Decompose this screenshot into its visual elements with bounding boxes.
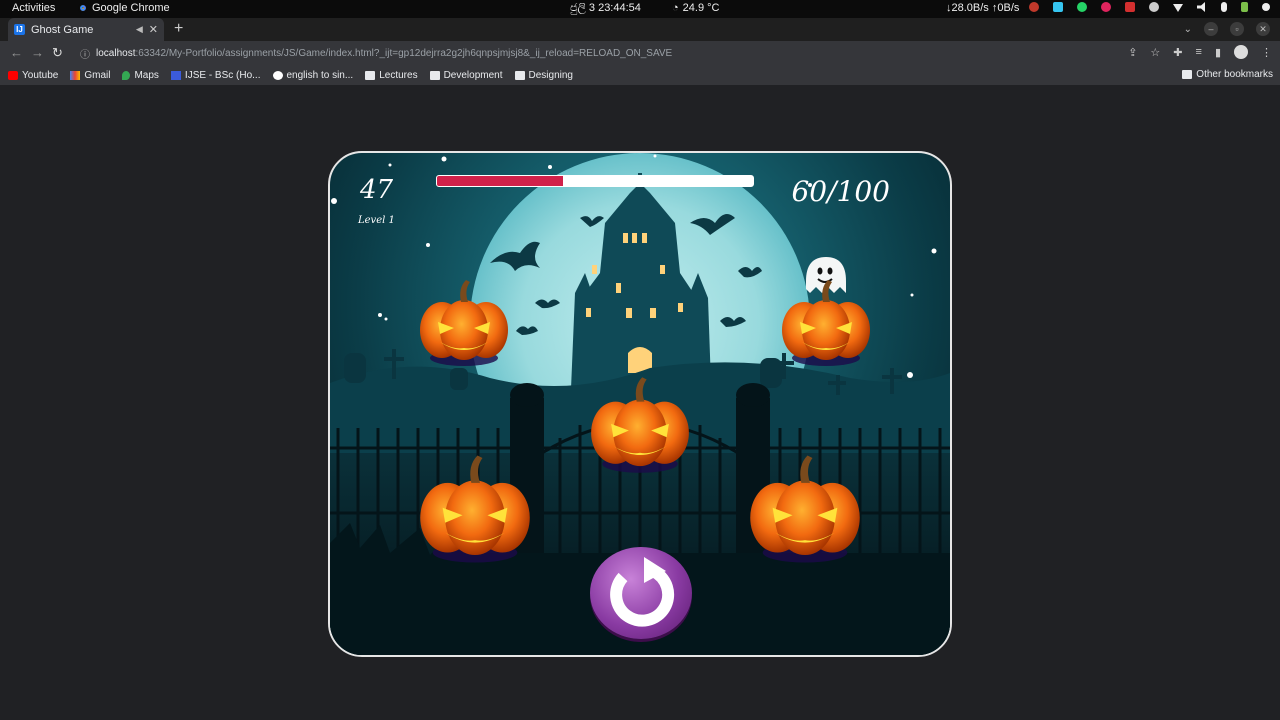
maps-icon bbox=[122, 70, 131, 80]
reading-list-icon[interactable]: ≡ bbox=[1196, 46, 1202, 58]
clock[interactable]: ජුලි 3 23:44:54 bbox=[570, 2, 641, 15]
browser-toolbar: ← → ↻ ⓘ localhost:63342/My-Portfolio/ass… bbox=[0, 41, 1280, 65]
minimize-button[interactable]: – bbox=[1204, 22, 1218, 36]
pumpkin-target-top-left[interactable] bbox=[414, 278, 514, 368]
google-icon bbox=[272, 70, 283, 80]
tab-search-icon[interactable]: ⌄ bbox=[1184, 24, 1192, 35]
screen-recorder-icon[interactable] bbox=[1125, 2, 1135, 12]
gmail-icon bbox=[70, 70, 81, 80]
menu-kebab-icon[interactable]: ⋮ bbox=[1261, 46, 1272, 59]
pumpkin-target-bottom-right[interactable] bbox=[742, 453, 868, 565]
app-menu[interactable]: Google Chrome bbox=[78, 2, 170, 14]
progress-fill bbox=[437, 176, 564, 186]
folder-icon bbox=[429, 70, 440, 80]
extensions-icon[interactable]: ✚ bbox=[1173, 46, 1182, 59]
microphone-icon[interactable] bbox=[1221, 2, 1227, 12]
level-label: Level 1 bbox=[358, 215, 395, 226]
network-speed: ↓28.0B/s ↑0B/s bbox=[946, 2, 1020, 14]
bookmark-folder-development[interactable]: Development bbox=[429, 70, 503, 81]
system-tray bbox=[1029, 2, 1270, 12]
share-icon[interactable]: ⇪ bbox=[1128, 46, 1137, 59]
url-host: localhost bbox=[96, 47, 136, 59]
wifi-icon[interactable] bbox=[1173, 4, 1183, 12]
app-name: Google Chrome bbox=[92, 2, 170, 14]
site-info-icon[interactable]: ⓘ bbox=[80, 46, 90, 61]
bookmarks-bar: Youtube Gmail Maps IJSE - BSc (Ho... eng… bbox=[0, 65, 1280, 85]
hit-counter: 60/100 bbox=[791, 175, 890, 208]
side-panel-icon[interactable]: ▮ bbox=[1215, 46, 1221, 59]
system-top-bar: Activities Google Chrome ජුලි 3 23:44:54… bbox=[0, 0, 1280, 18]
tab-audio-icon[interactable]: ◀ bbox=[136, 24, 143, 35]
temperature-icon: ◔ bbox=[672, 2, 679, 14]
chrome-icon bbox=[78, 3, 88, 13]
brightness-icon[interactable] bbox=[1149, 2, 1159, 12]
whatsapp-icon[interactable] bbox=[1077, 2, 1087, 12]
tab-strip: IJ Ghost Game ◀ ✕ + ⌄ – ▫ ✕ bbox=[0, 18, 1280, 41]
restart-button[interactable] bbox=[590, 547, 692, 639]
weather-indicator[interactable]: ◔ 24.9 °C bbox=[672, 2, 719, 14]
bookmark-folder-lectures[interactable]: Lectures bbox=[365, 70, 418, 81]
score-display: 47 bbox=[360, 175, 394, 205]
back-arrow-icon[interactable]: ← bbox=[10, 45, 23, 60]
time-progress-bar bbox=[436, 175, 754, 187]
bookmark-star-icon[interactable]: ☆ bbox=[1150, 46, 1160, 59]
pumpkin-target-top-right[interactable] bbox=[776, 278, 876, 368]
tab-close-icon[interactable]: ✕ bbox=[149, 23, 158, 36]
temperature-text: 24.9 °C bbox=[682, 2, 720, 14]
new-tab-button[interactable]: + bbox=[174, 20, 183, 38]
address-bar[interactable]: ⓘ localhost:63342/My-Portfolio/assignmen… bbox=[72, 43, 1122, 63]
tab-ghost-game[interactable]: IJ Ghost Game ◀ ✕ bbox=[8, 18, 164, 41]
tab-title: Ghost Game bbox=[31, 23, 94, 36]
reload-icon[interactable]: ↻ bbox=[52, 45, 63, 61]
window-controls: ⌄ – ▫ ✕ bbox=[1184, 22, 1270, 36]
activities-button[interactable]: Activities bbox=[12, 2, 55, 14]
ijse-icon bbox=[170, 70, 181, 80]
ghost-game-board: 47 Level 1 60/100 bbox=[328, 151, 952, 657]
record-icon[interactable] bbox=[1029, 2, 1039, 12]
bookmark-youtube[interactable]: Youtube bbox=[8, 70, 58, 81]
power-icon[interactable] bbox=[1262, 3, 1270, 11]
slack-icon[interactable] bbox=[1053, 2, 1063, 12]
folder-icon bbox=[1182, 70, 1193, 79]
folder-icon bbox=[514, 70, 525, 80]
folder-icon bbox=[365, 70, 376, 80]
url-path: :63342/My-Portfolio/assignments/JS/Game/… bbox=[135, 47, 673, 59]
maximize-button[interactable]: ▫ bbox=[1230, 22, 1244, 36]
toolbar-actions: ⇪ ☆ ✚ ≡ ▮ ⋮ bbox=[1128, 45, 1272, 59]
youtube-icon bbox=[8, 70, 18, 80]
battery-icon[interactable] bbox=[1241, 2, 1248, 12]
forward-arrow-icon[interactable]: → bbox=[31, 45, 44, 60]
other-bookmarks[interactable]: Other bookmarks bbox=[1182, 69, 1273, 80]
intellij-favicon-icon: IJ bbox=[14, 24, 25, 35]
bookmark-folder-designing[interactable]: Designing bbox=[514, 70, 573, 81]
close-window-button[interactable]: ✕ bbox=[1256, 22, 1270, 36]
bookmark-ijse[interactable]: IJSE - BSc (Ho... bbox=[170, 70, 261, 81]
bookmark-maps[interactable]: Maps bbox=[122, 70, 159, 81]
profile-avatar[interactable] bbox=[1234, 45, 1248, 59]
bookmark-gmail[interactable]: Gmail bbox=[70, 70, 110, 81]
pumpkin-target-bottom-left[interactable] bbox=[412, 453, 538, 565]
restart-icon bbox=[610, 557, 675, 627]
pumpkin-target-center[interactable] bbox=[584, 375, 696, 475]
app-tray-icon[interactable] bbox=[1101, 2, 1111, 12]
bookmark-english-to-sinhala[interactable]: english to sin... bbox=[272, 70, 353, 81]
volume-icon[interactable] bbox=[1197, 2, 1205, 12]
